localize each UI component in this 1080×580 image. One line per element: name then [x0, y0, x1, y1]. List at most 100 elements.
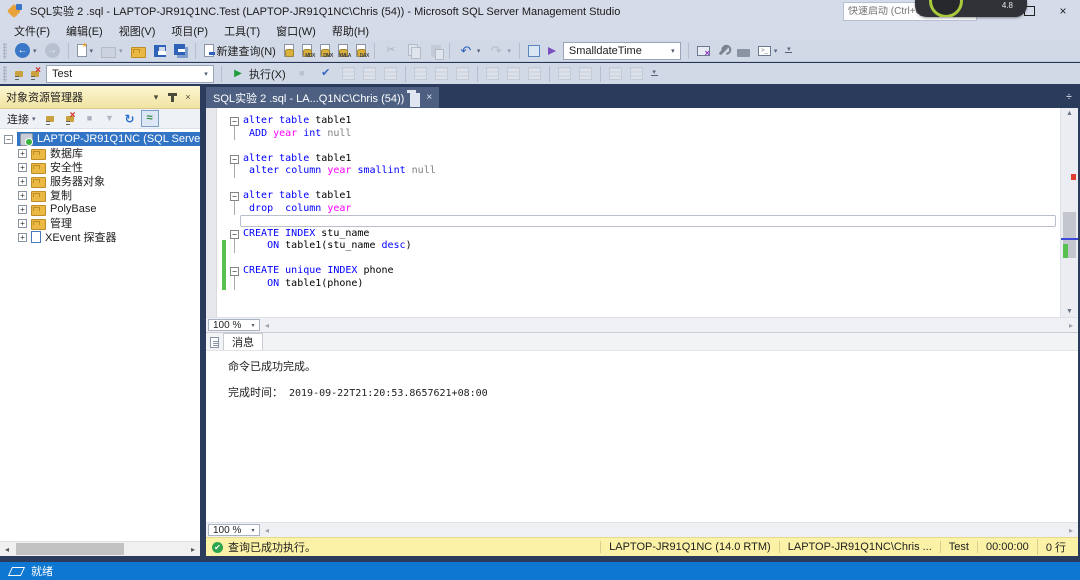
toolbar-grip[interactable] — [3, 65, 7, 82]
code-line-12[interactable] — [206, 252, 1060, 265]
menu-project[interactable]: 项目(P) — [163, 23, 216, 39]
window-position-button[interactable]: ▾ — [148, 89, 164, 105]
save-button[interactable] — [151, 43, 169, 59]
code-line-11[interactable]: ON table1(stu_name desc) — [206, 240, 1060, 253]
tree-node-管理[interactable]: + 管理 — [0, 216, 200, 230]
new-project-button[interactable]: ▾ — [74, 42, 97, 59]
code-line-7[interactable]: − alter table table1 — [206, 190, 1060, 215]
menu-window[interactable]: 窗口(W) — [268, 23, 324, 39]
code-line-1[interactable]: − alter table table1 — [206, 115, 1060, 140]
undo-button[interactable]: ↶ ▾ — [455, 41, 484, 61]
expand-icon[interactable]: + — [18, 204, 27, 214]
code-area[interactable]: − alter table table1 ADD year int null − al… — [206, 115, 1060, 290]
code-line-10[interactable]: − CREATE INDEX stu_name — [206, 228, 1060, 253]
execute-button[interactable]: ▶ 执行(X) — [227, 64, 289, 84]
sql-code-editor[interactable]: − alter table table1 ADD year int null − al… — [206, 108, 1078, 317]
oe-horizontal-scrollbar[interactable]: ◂ ▸ — [0, 541, 200, 556]
tree-node-复制[interactable]: + 复制 — [0, 188, 200, 202]
tree-node-XEvent 探查器[interactable]: + XEvent 探查器 — [0, 230, 200, 244]
editor-hscroll-track[interactable] — [274, 318, 1064, 332]
tree-node-数据库[interactable]: + 数据库 — [0, 146, 200, 160]
connect-button[interactable]: 连接 ▾ — [4, 111, 39, 127]
server-node-selection[interactable]: LAPTOP-JR91Q1NC (SQL Server 14.0 — [17, 132, 200, 146]
fold-collapse-icon[interactable]: − — [230, 117, 239, 140]
open-folder-button[interactable] — [128, 42, 149, 60]
code-line-9[interactable] — [206, 215, 1060, 228]
new-window-button[interactable]: >_ ▾ — [755, 44, 781, 58]
nav-back-button[interactable]: ← ▾ — [12, 41, 40, 60]
code-line-14[interactable]: ON table1(phone) — [206, 277, 1060, 290]
fold-collapse-icon[interactable]: − — [230, 229, 239, 253]
code-line-4[interactable]: − alter table table1 — [206, 153, 1060, 178]
fold-collapse-icon[interactable]: − — [230, 267, 239, 290]
database-combobox[interactable]: Test ▾ — [46, 64, 214, 83]
scroll-right-icon[interactable]: ▸ — [1064, 526, 1078, 535]
code-line-8[interactable]: drop column year — [206, 203, 1060, 216]
tree-node-PolyBase[interactable]: + PolyBase — [0, 202, 200, 216]
object-explorer-header[interactable]: 对象资源管理器 ▾ × — [0, 86, 200, 109]
save-all-button[interactable] — [171, 44, 190, 57]
new-mdx-query-button[interactable]: MDX — [299, 42, 315, 59]
editor-vertical-scrollbar[interactable]: ▲ ▼ — [1060, 108, 1078, 317]
disconnect-button[interactable] — [28, 66, 42, 79]
scroll-left-icon[interactable]: ◂ — [260, 321, 274, 330]
menu-edit[interactable]: 编辑(E) — [58, 23, 111, 39]
oe-scroll-track[interactable] — [14, 542, 186, 556]
scroll-up-icon[interactable]: ▲ — [1061, 110, 1078, 117]
new-xmla-query-button[interactable]: XMLA — [335, 42, 351, 59]
menu-help[interactable]: 帮助(H) — [324, 23, 377, 39]
toolbox-button[interactable] — [734, 43, 753, 59]
menu-view[interactable]: 视图(V) — [111, 23, 164, 39]
oe-refresh-button[interactable]: ↻ — [121, 110, 139, 127]
oe-scroll-thumb[interactable] — [16, 543, 124, 555]
toolbar-grip[interactable] — [3, 42, 7, 59]
editor-zoom-combobox[interactable]: 100 % ▾ — [208, 319, 260, 331]
scroll-down-icon[interactable]: ▼ — [1061, 308, 1078, 315]
menu-file[interactable]: 文件(F) — [6, 23, 58, 39]
oe-connect-server-button[interactable] — [41, 110, 59, 127]
tab-messages[interactable]: 消息 — [223, 333, 263, 350]
code-line-3[interactable] — [206, 140, 1060, 153]
scroll-left-icon[interactable]: ◂ — [260, 526, 274, 535]
code-line-2[interactable]: ADD year int null — [206, 128, 1060, 141]
oe-disconnect-button[interactable] — [61, 110, 79, 127]
close-button[interactable]: × — [1046, 0, 1080, 22]
expand-icon[interactable]: + — [18, 218, 27, 228]
code-line-5[interactable]: alter column year smallint null — [206, 165, 1060, 178]
code-line-13[interactable]: − CREATE unique INDEX phone — [206, 265, 1060, 290]
expand-icon[interactable]: + — [18, 190, 27, 200]
activity-monitor-button[interactable]: ≈ — [140, 110, 159, 127]
expand-icon[interactable]: + — [18, 162, 27, 172]
tree-node-安全性[interactable]: + 安全性 — [0, 160, 200, 174]
font-size-combobox[interactable]: SmalldateTime ▾ — [562, 41, 681, 60]
tab-close-icon[interactable]: × — [426, 92, 432, 103]
collapse-icon[interactable]: − — [4, 134, 13, 144]
expand-icon[interactable]: + — [18, 176, 27, 186]
intellisense-enabled-button[interactable] — [525, 43, 543, 59]
query-options-button[interactable] — [715, 45, 732, 56]
panel-close-button[interactable]: × — [180, 89, 196, 105]
tree-node-server[interactable]: − LAPTOP-JR91Q1NC (SQL Server 14.0 — [0, 132, 200, 146]
scroll-right-icon[interactable]: ▸ — [186, 545, 200, 554]
new-query-button[interactable]: 新建查询(N) — [201, 41, 279, 61]
scroll-left-icon[interactable]: ◂ — [0, 545, 14, 554]
pin-icon[interactable] — [407, 89, 421, 107]
new-database-engine-query-button[interactable] — [281, 42, 297, 59]
menu-tools[interactable]: 工具(T) — [216, 23, 268, 39]
code-line-6[interactable] — [206, 178, 1060, 191]
new-dax-query-button[interactable]: DAX — [353, 42, 369, 59]
parse-button[interactable]: ✔ — [315, 64, 337, 84]
editor-split-handle[interactable]: ÷ — [1061, 92, 1077, 103]
expand-icon[interactable]: + — [18, 148, 27, 158]
tab-sql-query[interactable]: SQL实验 2 .sql - LA...Q1NC\Chris (54)) × — [206, 87, 440, 108]
pin-button[interactable] — [164, 89, 180, 105]
change-connection-button[interactable] — [12, 69, 26, 79]
scroll-right-icon[interactable]: ▸ — [1064, 321, 1078, 330]
fold-collapse-icon[interactable]: − — [230, 154, 239, 178]
toolbar-overflow-button[interactable]: ▾ — [785, 46, 793, 53]
template-parameters-button[interactable] — [545, 45, 559, 57]
expand-icon[interactable]: + — [18, 232, 27, 242]
tree-node-服务器对象[interactable]: + 服务器对象 — [0, 174, 200, 188]
toolbar-overflow-button[interactable]: ▾ — [650, 69, 658, 76]
fold-collapse-icon[interactable]: − — [230, 192, 239, 215]
